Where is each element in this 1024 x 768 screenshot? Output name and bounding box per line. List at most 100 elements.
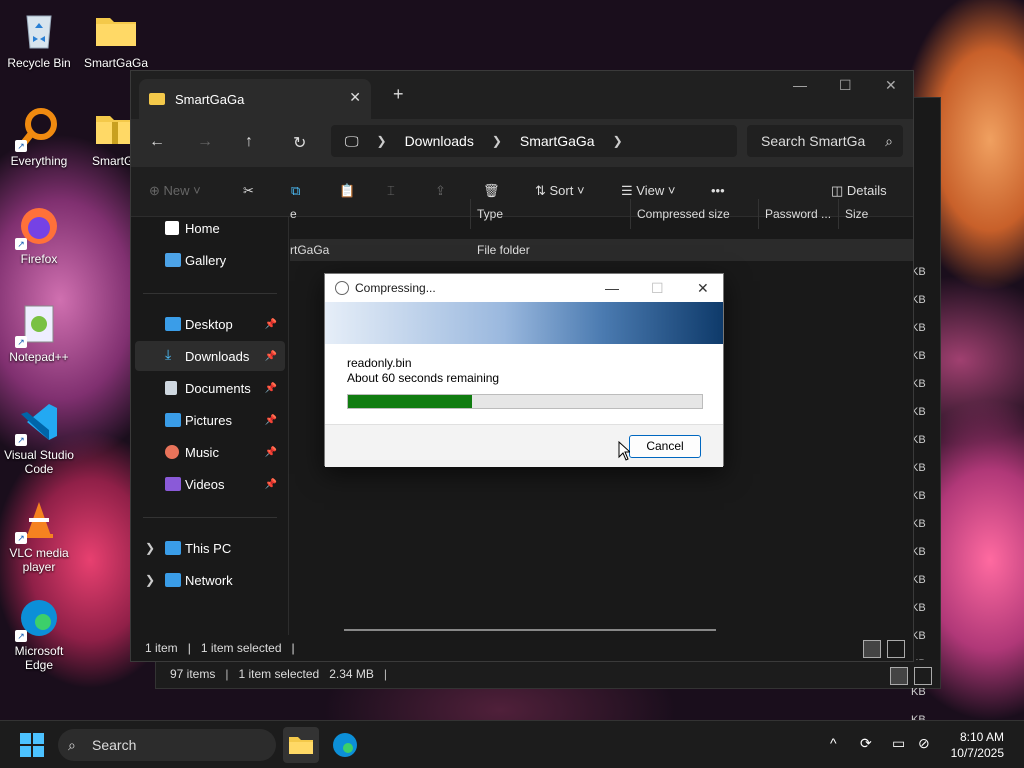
close-dialog-icon[interactable]: ✕ (697, 274, 709, 302)
column-separator (758, 199, 759, 229)
pin-icon[interactable]: 📌 (265, 383, 277, 394)
desktop-icon-firefox[interactable]: ↗ Firefox (1, 204, 77, 266)
up-icon[interactable]: ↑ (245, 133, 253, 151)
column-header-password[interactable]: Password ... (765, 199, 831, 229)
size-cell: KB (911, 490, 926, 502)
title-bar: SmartGaGa ✕ + — ☐ ✕ (131, 71, 913, 119)
firefox-icon: ↗ (15, 204, 61, 250)
chevron-right-icon[interactable]: ❯ (145, 573, 155, 587)
table-row[interactable]: rtGaGa File folder (290, 239, 913, 261)
close-window-icon[interactable]: ✕ (885, 77, 897, 94)
row-type: File folder (477, 243, 530, 257)
pin-icon[interactable]: 📌 (265, 415, 277, 426)
column-header-compressed-size[interactable]: Compressed size (637, 199, 730, 229)
pin-icon[interactable]: 📌 (265, 447, 277, 458)
windows-logo-icon (20, 733, 31, 744)
sidebar-item-home[interactable]: Home (135, 213, 285, 243)
sort-button[interactable]: ⇅ Sort ˅ (535, 183, 585, 199)
sync-icon[interactable]: ⟳ (860, 735, 872, 752)
rename-icon[interactable]: ⌶ (387, 183, 395, 199)
details-view-button[interactable] (890, 667, 908, 685)
breadcrumb-smartgaga[interactable]: SmartGaGa (520, 133, 595, 149)
start-button[interactable] (20, 733, 44, 757)
sidebar-item-videos[interactable]: Videos 📌 (135, 469, 285, 499)
taskbar-search[interactable]: ⌕ Search (58, 729, 276, 761)
paste-icon[interactable]: 📋 (339, 183, 355, 199)
column-header-size[interactable]: Size (845, 199, 868, 229)
search-input[interactable]: Search SmartGa ⌕ (747, 125, 903, 157)
forward-icon[interactable]: → (197, 133, 213, 151)
details-button[interactable]: ◫ Details (831, 183, 887, 199)
compress-progress-dialog[interactable]: Compressing... — ☐ ✕ readonly.bin About … (324, 273, 724, 467)
more-options-button[interactable]: ••• (711, 183, 725, 198)
view-button[interactable]: ☰ View ˅ (621, 183, 675, 199)
cut-icon[interactable]: ✂ (243, 183, 254, 199)
tiles-view-button[interactable] (887, 640, 905, 658)
shortcut-arrow-icon: ↗ (15, 630, 27, 642)
desktop-icon-vlc[interactable]: ↗ VLC media player (1, 498, 77, 574)
desktop-icon-notepadpp[interactable]: ↗ Notepad++ (1, 302, 77, 364)
dialog-footer: Cancel (325, 424, 723, 467)
tiles-view-button[interactable] (914, 667, 932, 685)
separator: | (187, 641, 191, 655)
copy-icon[interactable]: ⧉ (291, 183, 300, 199)
sidebar-item-pictures[interactable]: Pictures 📌 (135, 405, 285, 435)
desktop-icon-vscode[interactable]: ↗ Visual Studio Code (1, 400, 77, 476)
desktop-icon-edge[interactable]: ↗ Microsoft Edge (1, 596, 77, 672)
size-cell: KB (911, 574, 926, 586)
share-icon[interactable]: ⇪ (435, 183, 446, 199)
taskbar-file-explorer[interactable] (283, 727, 319, 763)
breadcrumb-downloads[interactable]: Downloads (405, 133, 474, 149)
sidebar-item-documents[interactable]: Documents 📌 (135, 373, 285, 403)
desktop-icon-recycle-bin[interactable]: Recycle Bin (1, 8, 77, 70)
chevron-right-icon: ❯ (491, 134, 502, 148)
pin-icon[interactable]: 📌 (265, 319, 277, 330)
sidebar-item-label: Documents (185, 380, 251, 396)
pin-icon[interactable]: 📌 (265, 351, 277, 362)
maximize-icon[interactable]: ☐ (651, 274, 664, 302)
sidebar-item-downloads[interactable]: ⤓ Downloads 📌 (135, 341, 285, 371)
muted-speaker-icon[interactable]: ⊘ (918, 735, 930, 752)
clock-icon (335, 281, 349, 295)
new-button[interactable]: ⊕ New ˅ (149, 183, 201, 199)
back-icon[interactable]: ← (149, 133, 165, 151)
address-bar[interactable]: 🖵 ❯ Downloads ❯ SmartGaGa ❯ (331, 125, 737, 157)
delete-icon[interactable]: 🗑 (483, 183, 500, 199)
column-header-type[interactable]: Type (477, 199, 503, 229)
sidebar-item-network[interactable]: ❯ Network (135, 565, 285, 595)
tab-smartgaga[interactable]: SmartGaGa ✕ (139, 79, 371, 119)
chevron-up-icon[interactable]: ^ (830, 735, 837, 751)
mouse-cursor-icon (618, 441, 630, 461)
column-header-name[interactable]: e (290, 199, 297, 229)
desktop-icon-smartgaga-folder[interactable]: SmartGaGa (78, 8, 154, 70)
pin-icon[interactable]: 📌 (265, 479, 277, 490)
desktop-icon-label: Visual Studio Code (4, 448, 74, 476)
details-view-button[interactable] (863, 640, 881, 658)
close-tab-icon[interactable]: ✕ (349, 89, 361, 106)
horizontal-scrollbar[interactable] (344, 629, 716, 631)
sidebar-item-label: Desktop (185, 316, 233, 332)
taskbar-edge[interactable] (327, 727, 363, 763)
search-icon: ⌕ (68, 737, 76, 753)
minimize-icon[interactable]: — (793, 77, 807, 93)
new-tab-button[interactable]: + (393, 84, 404, 105)
system-clock[interactable]: 8:10 AM 10/7/2025 (951, 729, 1004, 761)
minimize-icon[interactable]: — (605, 274, 619, 302)
chevron-right-icon[interactable]: ❯ (145, 541, 155, 555)
shortcut-arrow-icon: ↗ (15, 140, 27, 152)
sidebar-item-desktop[interactable]: Desktop 📌 (135, 309, 285, 339)
sidebar-item-music[interactable]: Music 📌 (135, 437, 285, 467)
download-icon: ⤓ (165, 346, 172, 362)
desktop-icon-label: Recycle Bin (7, 56, 71, 70)
cancel-button[interactable]: Cancel (629, 435, 701, 458)
monitor-icon[interactable]: ▭ (892, 735, 905, 752)
maximize-icon[interactable]: ☐ (839, 77, 852, 94)
sidebar-item-gallery[interactable]: Gallery (135, 245, 285, 275)
sidebar-item-this-pc[interactable]: ❯ This PC (135, 533, 285, 563)
status-bar: 97 items | 1 item selected 2.34 MB | (156, 660, 940, 688)
desktop-icon-everything[interactable]: ↗ Everything (1, 106, 77, 168)
chevron-right-icon: ❯ (612, 134, 623, 148)
refresh-icon[interactable]: ↻ (293, 133, 306, 153)
shortcut-arrow-icon: ↗ (15, 532, 27, 544)
recycle-bin-icon (17, 8, 61, 52)
